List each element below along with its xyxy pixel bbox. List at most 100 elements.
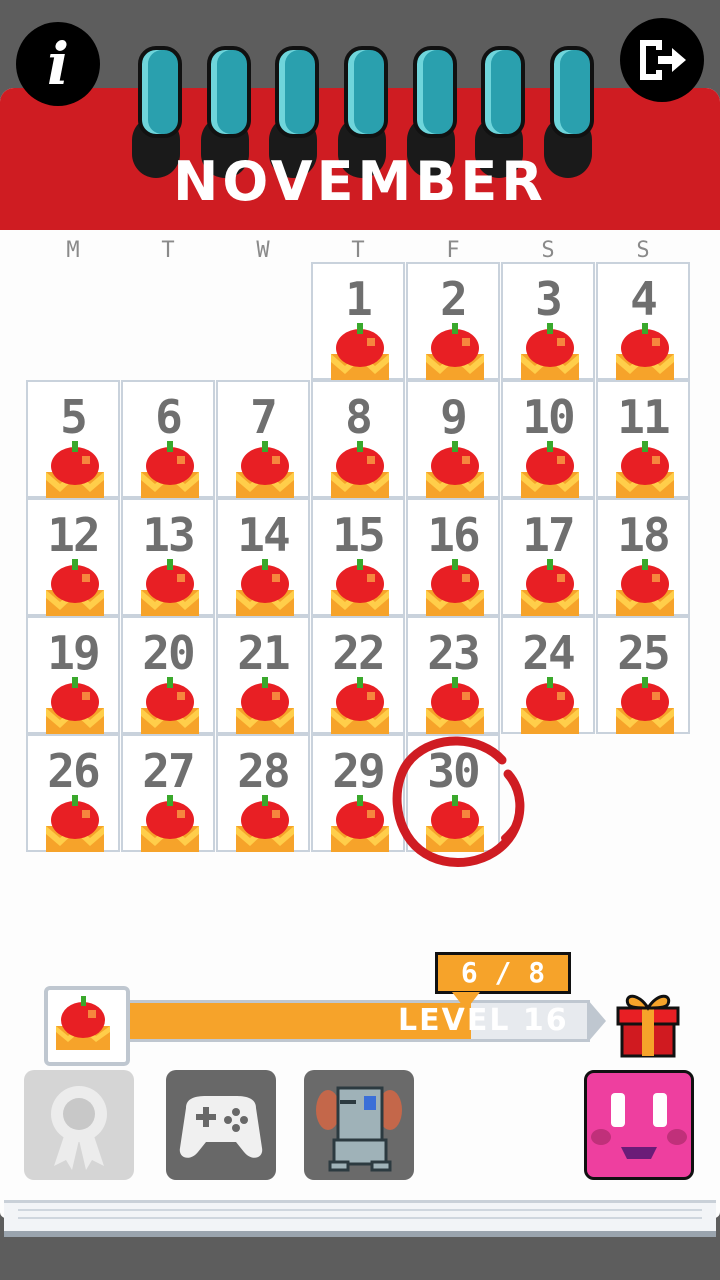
day-number: 14 [237, 508, 290, 562]
apple-cake-icon [56, 996, 110, 1050]
exit-icon [640, 40, 686, 80]
day-number: 15 [332, 508, 385, 562]
day-cell-5[interactable]: 5 [26, 380, 120, 498]
apple-cake-icon [46, 441, 104, 498]
day-number: 24 [522, 626, 575, 680]
day-number: 16 [427, 508, 480, 562]
day-number: 25 [617, 626, 670, 680]
day-number: 20 [142, 626, 195, 680]
gamepad-icon [179, 1096, 263, 1158]
day-cell-8[interactable]: 8 [311, 380, 405, 498]
month-title: NOVEMBER [173, 150, 547, 213]
apple-cake-icon [426, 441, 484, 498]
apple-cake-icon [521, 677, 579, 734]
apple-cake-icon [141, 795, 199, 852]
day-number: 3 [535, 272, 563, 326]
weekday-label: W [256, 238, 270, 263]
apple-cake-icon [46, 795, 104, 852]
apple-cake-icon [236, 559, 294, 616]
day-cell-24[interactable]: 24 [501, 616, 595, 734]
day-number: 1 [345, 272, 373, 326]
apple-cake-icon [141, 441, 199, 498]
progress-arrow [588, 1000, 606, 1042]
day-cell-4[interactable]: 4 [596, 262, 690, 380]
apple-cake-icon [616, 441, 674, 498]
day-cell-23[interactable]: 23 [406, 616, 500, 734]
day-cell-22[interactable]: 22 [311, 616, 405, 734]
binder-rings [132, 38, 594, 178]
day-cell-10[interactable]: 10 [501, 380, 595, 498]
apple-cake-icon [331, 677, 389, 734]
day-cell-13[interactable]: 13 [121, 498, 215, 616]
day-number: 4 [630, 272, 658, 326]
day-number: 2 [440, 272, 468, 326]
day-number: 7 [250, 390, 278, 444]
day-cell-3[interactable]: 3 [501, 262, 595, 380]
exit-button[interactable] [620, 18, 704, 102]
day-cell-26[interactable]: 26 [26, 734, 120, 852]
info-button[interactable]: i [16, 22, 100, 106]
day-cell-20[interactable]: 20 [121, 616, 215, 734]
apple-count-badge: 6 / 8 [435, 952, 571, 994]
weekday-label: T [161, 238, 175, 263]
count-badge-pointer [452, 992, 480, 1010]
day-number: 12 [47, 508, 100, 562]
day-cell-11[interactable]: 11 [596, 380, 690, 498]
gift-icon[interactable] [614, 986, 682, 1060]
day-cell-1[interactable]: 1 [311, 262, 405, 380]
day-number: 19 [47, 626, 100, 680]
day-cell-6[interactable]: 6 [121, 380, 215, 498]
day-cell-9[interactable]: 9 [406, 380, 500, 498]
day-cell-18[interactable]: 18 [596, 498, 690, 616]
day-number: 18 [617, 508, 670, 562]
apple-cake-icon [426, 677, 484, 734]
apple-cake-icon [331, 441, 389, 498]
day-cell-25[interactable]: 25 [596, 616, 690, 734]
day-cell-21[interactable]: 21 [216, 616, 310, 734]
day-cell-19[interactable]: 19 [26, 616, 120, 734]
weekday-label: T [351, 238, 365, 263]
game-services-button[interactable] [166, 1070, 276, 1180]
weekday-label: S [636, 238, 650, 263]
apple-cake-icon [521, 441, 579, 498]
day-number: 13 [142, 508, 195, 562]
binder-ring [200, 38, 251, 178]
apple-cake-icon [141, 559, 199, 616]
pink-face-icon [591, 1093, 687, 1159]
day-number: 22 [332, 626, 385, 680]
weekday-label: M [66, 238, 80, 263]
day-cell-17[interactable]: 17 [501, 498, 595, 616]
day-cell-28[interactable]: 28 [216, 734, 310, 852]
day-number: 10 [522, 390, 575, 444]
character-select-button[interactable] [584, 1070, 694, 1180]
achievements-button[interactable] [24, 1070, 134, 1180]
level-label: LEVEL 16 [398, 1003, 569, 1038]
day-number: 28 [237, 744, 290, 798]
binder-ring [269, 38, 320, 178]
binder-ring [406, 38, 457, 178]
apple-cake-icon [616, 559, 674, 616]
pet-button[interactable] [304, 1070, 414, 1180]
day-number: 11 [617, 390, 670, 444]
apple-cake-icon [331, 795, 389, 852]
apple-cake-icon [521, 559, 579, 616]
weekday-label: F [446, 238, 460, 263]
day-cell-16[interactable]: 16 [406, 498, 500, 616]
award-ribbon-icon [51, 1086, 107, 1170]
apple-cake-icon [236, 441, 294, 498]
day-cell-27[interactable]: 27 [121, 734, 215, 852]
day-cell-2[interactable]: 2 [406, 262, 500, 380]
day-cell-14[interactable]: 14 [216, 498, 310, 616]
pet-monster-icon [316, 1086, 402, 1172]
day-number: 17 [522, 508, 575, 562]
day-number: 5 [60, 390, 88, 444]
day-cell-7[interactable]: 7 [216, 380, 310, 498]
binder-ring [475, 38, 526, 178]
calendar-screen: i NOVEMBER MTWTFSS 1 2 3 4 5 6 7 8 9 10 … [0, 0, 720, 1280]
binder-ring [132, 38, 182, 178]
day-cell-12[interactable]: 12 [26, 498, 120, 616]
progress-apple-badge [44, 986, 130, 1066]
day-number: 21 [237, 626, 290, 680]
apple-cake-icon [141, 677, 199, 734]
day-cell-15[interactable]: 15 [311, 498, 405, 616]
